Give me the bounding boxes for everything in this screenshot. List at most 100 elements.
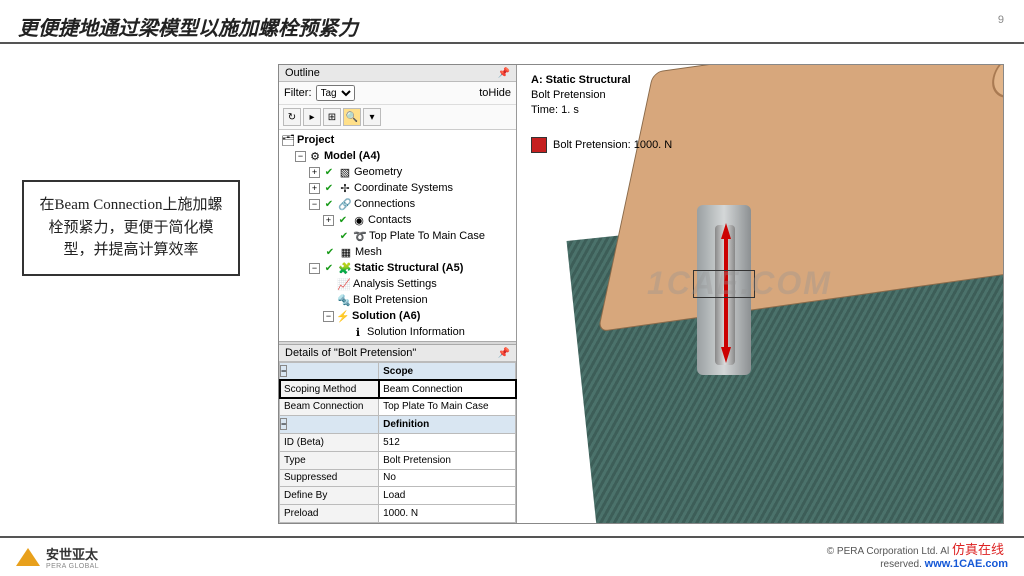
- collapse-icon[interactable]: ⊞: [323, 108, 341, 126]
- tree-analysis[interactable]: 📈Analysis Settings: [281, 276, 514, 292]
- tree-solution[interactable]: −⚡Solution (A6): [281, 308, 514, 324]
- logo-text: 安世亚太: [46, 544, 99, 563]
- collapse-icon[interactable]: −: [280, 365, 287, 377]
- annotation-box: 在Beam Connection上施加螺栓预紧力，更便于简化模型，并提高计算效率: [22, 180, 240, 276]
- prop-value[interactable]: Load: [379, 487, 516, 505]
- outline-header: Outline 📌: [279, 65, 516, 82]
- divider: [0, 42, 1024, 44]
- copy-line1: © PERA Corporation Ltd. Al: [827, 546, 949, 557]
- load-arrow-down-icon: [721, 347, 731, 363]
- tree-boltp[interactable]: 🔩Bolt Pretension: [281, 292, 514, 308]
- tree-label: Bolt Pretension: [353, 294, 428, 306]
- tree-label: Coordinate Systems: [354, 182, 453, 194]
- tree-label: Static Structural (A5): [354, 262, 463, 274]
- vp-sub1: Bolt Pretension: [531, 88, 631, 103]
- beam-icon: ➰: [353, 229, 367, 243]
- refresh-icon[interactable]: ↻: [283, 108, 301, 126]
- details-title: Details of "Bolt Pretension": [285, 347, 416, 359]
- left-panel: Outline 📌 Filter: Tag toHide ↻ ▸ ⊞ 🔍 ▾ 🗂…: [279, 65, 517, 523]
- tree-contacts[interactable]: +✔◉Contacts: [281, 212, 514, 228]
- pin-icon[interactable]: 📌: [498, 68, 510, 79]
- collapse-icon[interactable]: −: [309, 199, 320, 210]
- tree-label: Project: [297, 134, 334, 146]
- prop-value[interactable]: 512: [379, 434, 516, 452]
- tree-topplate[interactable]: ✔➰Top Plate To Main Case: [281, 228, 514, 244]
- prop-value[interactable]: Top Plate To Main Case: [379, 398, 516, 416]
- copyright: © PERA Corporation Ltd. Al 仿真在线 reserved…: [827, 542, 1008, 571]
- tree-connections[interactable]: −✔🔗Connections: [281, 196, 514, 212]
- collapse-icon[interactable]: −: [323, 311, 334, 322]
- tree-static[interactable]: −✔🧩Static Structural (A5): [281, 260, 514, 276]
- outline-toolbar: ↻ ▸ ⊞ 🔍 ▾: [279, 105, 516, 130]
- expand-icon[interactable]: +: [309, 183, 320, 194]
- tree-label: Model (A4): [324, 150, 380, 162]
- tree-mesh[interactable]: ✔▦Mesh: [281, 244, 514, 260]
- tree-geometry[interactable]: +✔▧Geometry: [281, 164, 514, 180]
- tree-coord[interactable]: +✔✢Coordinate Systems: [281, 180, 514, 196]
- connections-icon: 🔗: [338, 197, 352, 211]
- axis-icon: ✢: [338, 181, 352, 195]
- filter-label: Filter:: [284, 87, 312, 99]
- filter-select[interactable]: Tag: [316, 85, 355, 101]
- prop-label: Scoping Method: [280, 380, 379, 398]
- solution-icon: ⚡: [336, 309, 350, 323]
- prop-label: Type: [280, 451, 379, 469]
- pin-icon[interactable]: 📌: [498, 348, 510, 359]
- page-number: 9: [998, 14, 1004, 26]
- tree-label: Solution (A6): [352, 310, 420, 322]
- collapse-icon[interactable]: −: [280, 418, 287, 430]
- selection-box: [693, 270, 755, 298]
- expand-icon[interactable]: +: [309, 167, 320, 178]
- search-icon[interactable]: 🔍: [343, 108, 361, 126]
- prop-label: Define By: [280, 487, 379, 505]
- collapse-icon[interactable]: −: [309, 263, 320, 274]
- model-3d: [517, 65, 1003, 523]
- check-icon: ✔: [336, 213, 350, 227]
- prop-label: Beam Connection: [280, 398, 379, 416]
- prop-value[interactable]: No: [379, 469, 516, 487]
- collapse-icon[interactable]: −: [295, 151, 306, 162]
- check-icon: ✔: [322, 165, 336, 179]
- logo-subtext: PERA GLOBAL: [46, 563, 99, 570]
- tree-project[interactable]: 🗂Project: [281, 132, 514, 148]
- viewport-info: A: Static Structural Bolt Pretension Tim…: [531, 73, 631, 118]
- ansys-workspace: Outline 📌 Filter: Tag toHide ↻ ▸ ⊞ 🔍 ▾ 🗂…: [278, 64, 1004, 524]
- expand-icon[interactable]: ▸: [303, 108, 321, 126]
- graphics-viewport[interactable]: A: Static Structural Bolt Pretension Tim…: [517, 65, 1003, 523]
- tree-label: Contacts: [368, 214, 411, 226]
- prop-label: Preload: [280, 505, 379, 523]
- copy-line2: reserved.: [880, 559, 922, 570]
- mesh-icon: ▦: [339, 245, 353, 259]
- slide-title: 更便捷地通过梁模型以施加螺栓预紧力: [18, 12, 358, 41]
- info-icon: ℹ: [351, 325, 365, 339]
- prop-value[interactable]: Bolt Pretension: [379, 451, 516, 469]
- logo-icon: [16, 548, 40, 566]
- tree-solinfo[interactable]: ℹSolution Information: [281, 324, 514, 340]
- tool-icon[interactable]: ▾: [363, 108, 381, 126]
- tree-label: Solution Information: [367, 326, 465, 338]
- site-cn: 仿真在线: [952, 542, 1004, 557]
- geometry-icon: ▧: [338, 165, 352, 179]
- check-icon: ✔: [337, 229, 351, 243]
- tree-label: Top Plate To Main Case: [369, 230, 485, 242]
- details-panel: Details of "Bolt Pretension" 📌 − Scope Sc…: [279, 345, 516, 523]
- prop-label: ID (Beta): [280, 434, 379, 452]
- site-url: www.1CAE.com: [925, 558, 1008, 570]
- project-icon: 🗂: [281, 133, 295, 147]
- tree-label: Geometry: [354, 166, 402, 178]
- footer: 安世亚太 PERA GLOBAL © PERA Corporation Ltd.…: [0, 536, 1024, 576]
- prop-value[interactable]: 1000. N: [379, 505, 516, 523]
- group-scope: Scope: [379, 363, 516, 381]
- tree-model[interactable]: −⚙Model (A4): [281, 148, 514, 164]
- tree-label: Mesh: [355, 246, 382, 258]
- static-icon: 🧩: [338, 261, 352, 275]
- legend: Bolt Pretension: 1000. N: [531, 137, 672, 153]
- model-icon: ⚙: [308, 149, 322, 163]
- outline-tree[interactable]: 🗂Project −⚙Model (A4) +✔▧Geometry +✔✢Coo…: [279, 130, 516, 341]
- check-icon: ✔: [322, 181, 336, 195]
- prop-value[interactable]: Beam Connection: [379, 380, 516, 398]
- expand-icon[interactable]: +: [323, 215, 334, 226]
- bolt-icon: 🔩: [337, 293, 351, 307]
- tree-label: Analysis Settings: [353, 278, 437, 290]
- check-icon: ✔: [322, 261, 336, 275]
